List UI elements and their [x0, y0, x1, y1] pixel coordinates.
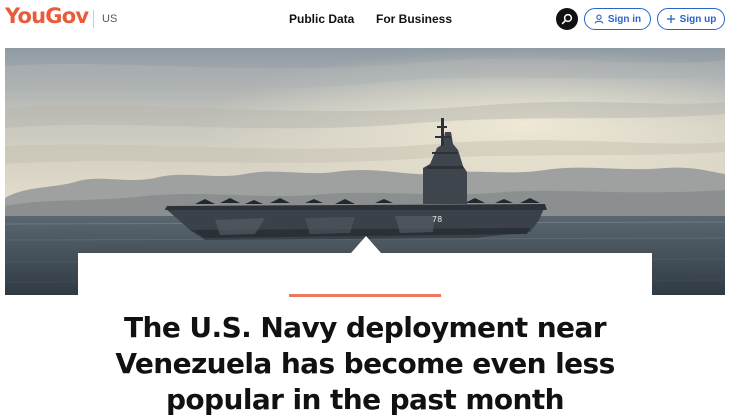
article-headline: The U.S. Navy deployment near Venezuela …	[115, 311, 615, 416]
sign-up-button[interactable]: Sign up	[657, 8, 725, 30]
yougov-logo[interactable]: YouGov	[5, 4, 89, 28]
sign-in-button[interactable]: Sign in	[584, 8, 651, 30]
site-header: YouGov US Public Data For Business Sign …	[0, 0, 730, 48]
headline-accent-rule	[289, 294, 441, 297]
region-selector[interactable]: US	[102, 13, 117, 25]
logo-divider	[93, 10, 94, 28]
card-notch	[351, 236, 381, 253]
nav-public-data[interactable]: Public Data	[289, 12, 354, 26]
search-button[interactable]	[556, 8, 578, 30]
svg-text:78: 78	[432, 215, 442, 224]
nav-for-business[interactable]: For Business	[376, 12, 452, 26]
sign-in-label: Sign in	[607, 13, 642, 25]
plus-icon	[666, 15, 675, 23]
search-icon	[561, 13, 573, 25]
sign-up-label: Sign up	[679, 13, 717, 25]
user-icon	[594, 14, 604, 24]
